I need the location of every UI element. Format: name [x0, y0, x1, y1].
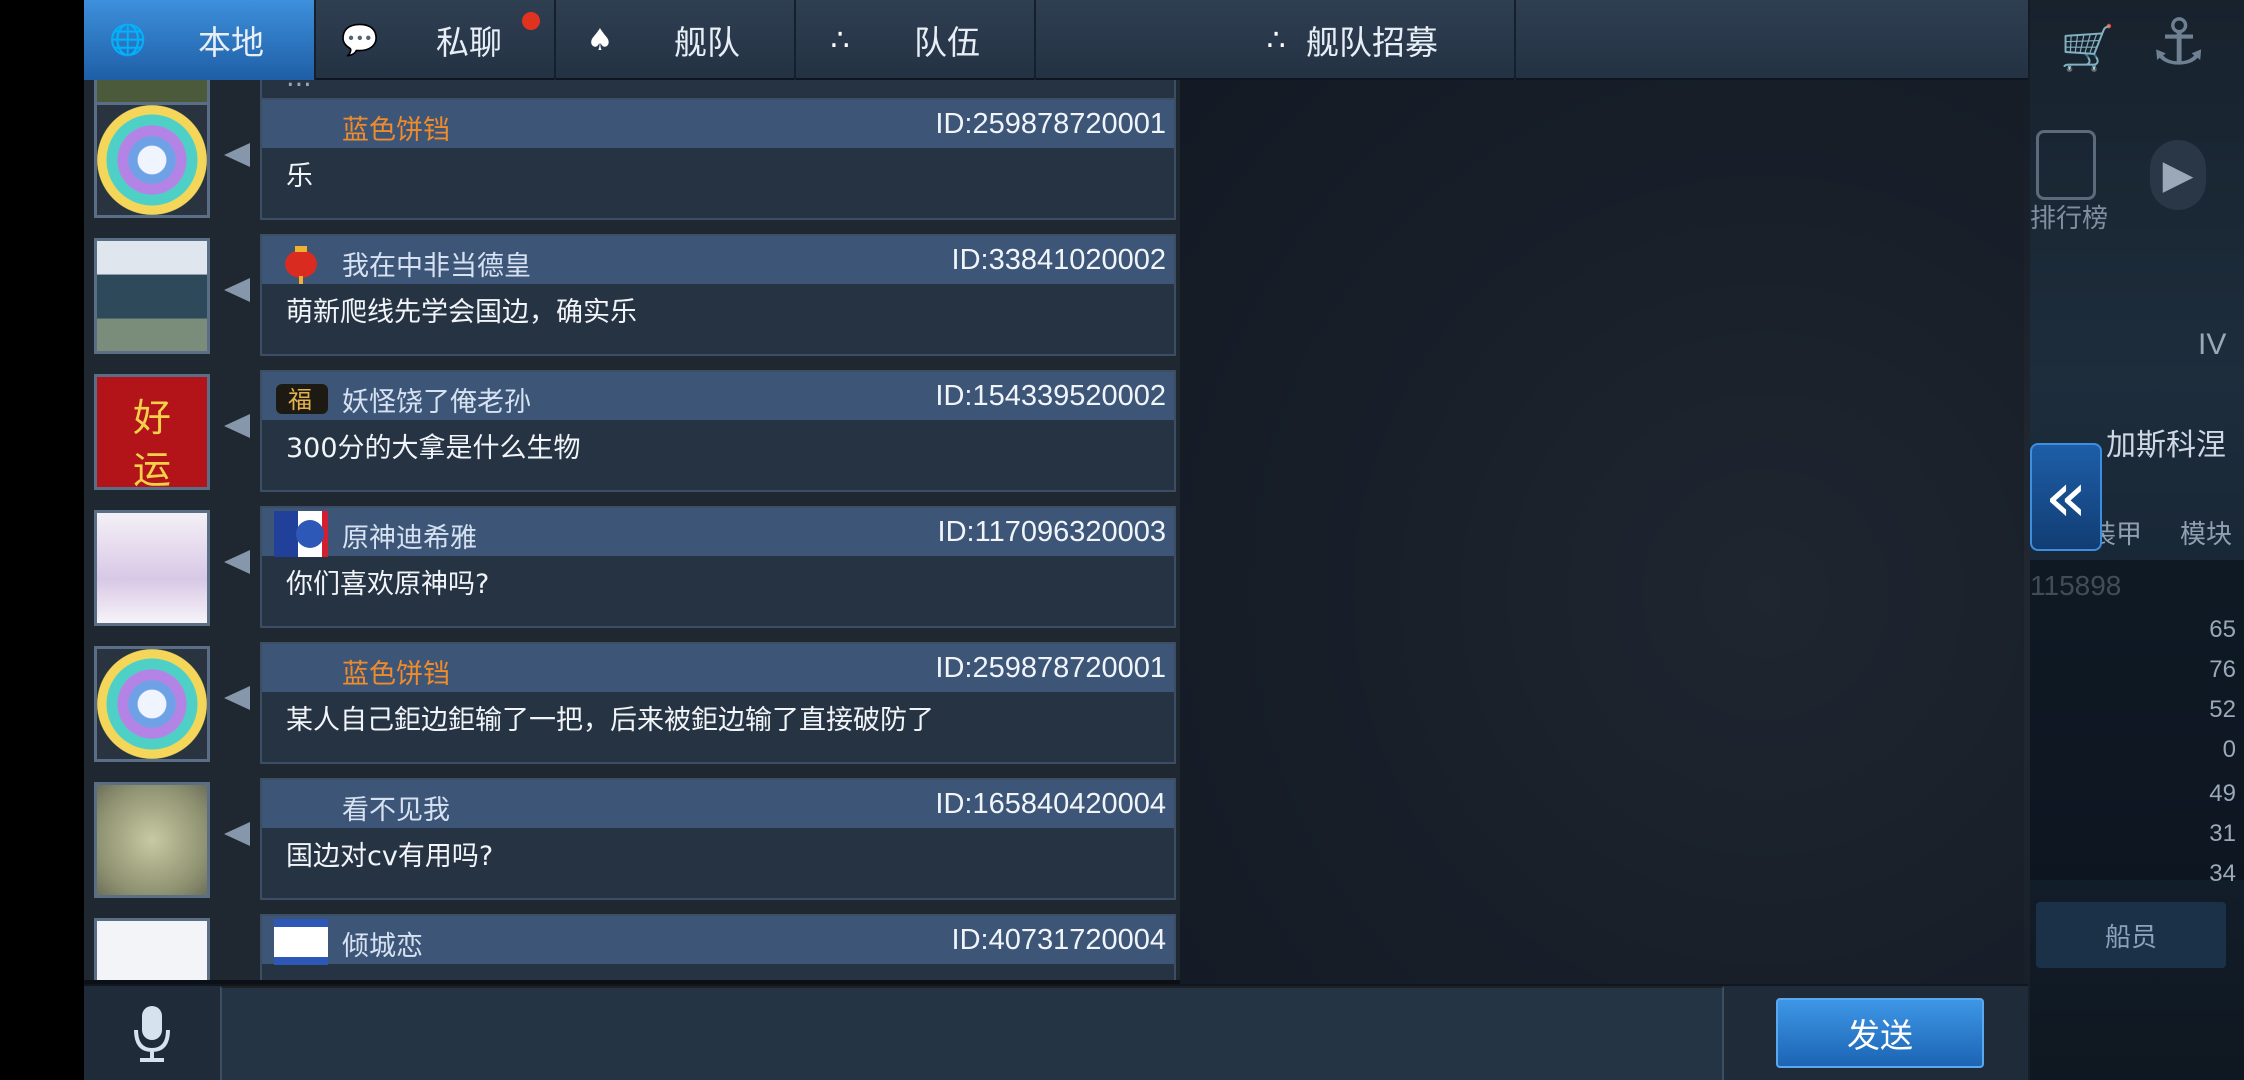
ship-name: 加斯科涅: [2106, 429, 2226, 462]
chat-input-bar: 发送: [84, 984, 2028, 1080]
microphone-button[interactable]: [84, 986, 220, 1080]
chat-tab-bar: 🌐 本地 💬 私聊 ♠ 舰队 ∴ 队伍 ∴ 舰队招募: [84, 0, 2028, 80]
bubble-pointer: [224, 414, 250, 438]
unread-badge: [522, 12, 540, 30]
globe-icon: 🌐: [109, 22, 147, 58]
sender-name[interactable]: 妖怪饶了俺老孙: [342, 380, 531, 419]
message-bubble: 看不见我 ID:165840420004 国边对cv有用吗?: [260, 778, 1176, 900]
bubble-pointer: [224, 550, 250, 574]
message-bubble-partial: 倾城恋 ID:40731720004: [260, 914, 1176, 980]
sender-name[interactable]: 我在中非当德皇: [342, 244, 531, 283]
message-bubble: 福 妖怪饶了俺老孙 ID:154339520002 300分的大拿是什么生物: [260, 370, 1176, 492]
svg-text:福: 福: [288, 386, 312, 414]
sender-id: ID:259878720001: [935, 652, 1166, 684]
collapse-chat-button[interactable]: «: [2030, 443, 2102, 551]
sender-name[interactable]: 蓝色饼铛: [342, 108, 450, 147]
tab-label: 舰队: [674, 23, 740, 62]
bubble-pointer: [224, 822, 250, 846]
sender-id: ID:33841020002: [951, 244, 1166, 276]
double-chevron-left-icon: «: [2044, 456, 2088, 538]
sender-id: ID:154339520002: [935, 380, 1166, 412]
tab-fleet[interactable]: ♠ 舰队: [556, 0, 796, 80]
lantern-icon: [274, 240, 328, 284]
microphone-icon: [134, 1006, 170, 1062]
tab-label: 私聊: [436, 23, 502, 62]
bubble-pointer: [224, 143, 250, 167]
anchor-icon[interactable]: ⚓: [2150, 6, 2207, 80]
message-text: 乐: [286, 161, 313, 192]
send-button[interactable]: 发送: [1776, 998, 1984, 1068]
ranking-icon[interactable]: [2036, 130, 2096, 200]
stat-value: 65: [2209, 616, 2236, 643]
stat-value: 76: [2209, 656, 2236, 683]
stat-value: 34: [2209, 860, 2236, 887]
left-black-margin: [0, 0, 84, 1080]
shop-cart-icon[interactable]: 🛒: [2060, 22, 2115, 74]
avatar[interactable]: [94, 510, 210, 626]
message-list[interactable]: ... 蓝色饼铛 ID:259878720001 乐 我在中非当德皇 ID:33…: [84, 80, 1180, 980]
message-text: 国边对cv有用吗?: [286, 841, 494, 872]
fu-character-icon: 福: [274, 376, 328, 420]
avatar[interactable]: [94, 782, 210, 898]
avatar-text: 运: [133, 448, 172, 490]
tab-team[interactable]: ∴ 队伍: [796, 0, 1036, 80]
fleet-icon: ♠: [586, 22, 614, 58]
stat-value: 31: [2209, 820, 2236, 847]
recruit-icon: ∴: [1266, 22, 1286, 58]
flag-icon: [274, 919, 328, 965]
sender-name[interactable]: 蓝色饼铛: [342, 652, 450, 691]
avatar-text: 好: [133, 396, 172, 440]
message-bubble: 原神迪希雅 ID:117096320003 你们喜欢原神吗?: [260, 506, 1176, 628]
message-text: ...: [286, 80, 312, 93]
stat-value: 52: [2209, 696, 2236, 723]
tab-private-chat[interactable]: 💬 私聊: [316, 0, 556, 80]
avatar[interactable]: 好 运: [94, 374, 210, 490]
tab-local[interactable]: 🌐 本地: [84, 0, 316, 80]
message-text: 你们喜欢原神吗?: [286, 569, 490, 600]
sender-id: ID:117096320003: [937, 516, 1166, 548]
sender-name[interactable]: 看不见我: [342, 788, 450, 827]
crew-button[interactable]: 船员: [2036, 902, 2226, 968]
team-icon: ∴: [830, 22, 850, 58]
flag-icon: [274, 511, 328, 557]
sender-name[interactable]: 原神迪希雅: [342, 516, 477, 555]
module-label[interactable]: 模块: [2180, 514, 2232, 551]
ranking-label: 排行榜: [2030, 203, 2109, 233]
message-text: 萌新爬线先学会国边，确实乐: [286, 297, 637, 328]
stat-value: 0: [2222, 736, 2236, 763]
avatar[interactable]: [94, 918, 210, 980]
chat-text-input[interactable]: [220, 986, 1724, 1080]
avatar[interactable]: [94, 102, 210, 218]
stat-value: 49: [2209, 780, 2236, 807]
stats-panel: 65 76 52 0 49 31 34: [2030, 560, 2244, 887]
next-arrow-icon[interactable]: ▶: [2150, 140, 2206, 210]
sender-id: ID:165840420004: [935, 788, 1166, 820]
tab-label: 舰队招募: [1306, 23, 1438, 62]
bubble-pointer: [224, 278, 250, 302]
message-text: 某人自己鉅边鉅输了一把，后来被鉅边输了直接破防了: [286, 705, 934, 736]
message-text: 300分的大拿是什么生物: [286, 433, 581, 464]
sender-name[interactable]: 倾城恋: [342, 924, 423, 963]
avatar[interactable]: [94, 646, 210, 762]
tab-label: 本地: [198, 23, 264, 62]
sender-id: ID:40731720004: [951, 924, 1166, 956]
bubble-pointer: [224, 686, 250, 710]
sender-id: ID:259878720001: [935, 108, 1166, 140]
ship-tier: IV: [2198, 328, 2227, 361]
tab-fleet-recruit[interactable]: ∴ 舰队招募: [1036, 0, 1516, 80]
tab-label: 队伍: [914, 23, 980, 62]
message-bubble: 蓝色饼铛 ID:259878720001 某人自己鉅边鉅输了一把，后来被鉅边输了…: [260, 642, 1176, 764]
message-bubble: 我在中非当德皇 ID:33841020002 萌新爬线先学会国边，确实乐: [260, 234, 1176, 356]
message-bubble: 蓝色饼铛 ID:259878720001 乐: [260, 98, 1176, 220]
avatar[interactable]: [94, 238, 210, 354]
chat-bubble-icon: 💬: [341, 22, 379, 58]
